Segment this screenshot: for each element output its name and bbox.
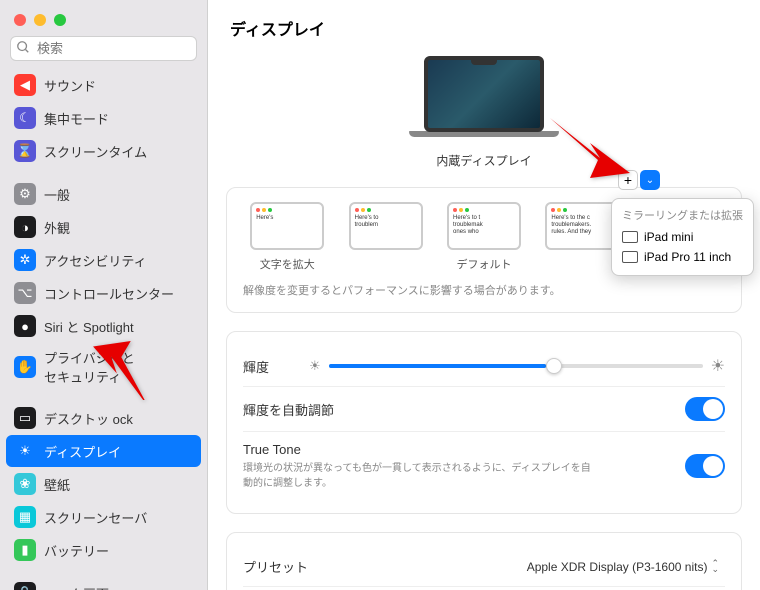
truetone-label: True Tone bbox=[243, 442, 593, 457]
sidebar-item[interactable]: ◀︎ サウンド bbox=[6, 69, 201, 101]
main-content: ディスプレイ 内蔵ディスプレイ + ⌄ ミラーリングまたは拡張 iPad min… bbox=[208, 0, 760, 590]
tablet-icon bbox=[622, 231, 638, 243]
display-preview: 内蔵ディスプレイ bbox=[208, 50, 760, 169]
resolution-label: デフォルト bbox=[440, 256, 528, 272]
resolution-option[interactable]: Here's to ttroublemakones whoデフォルト bbox=[440, 202, 528, 272]
brightness-panel: 輝度 ☀ ☀ 輝度を自動調節 True Tone 環境光の状況が異なっても色が一… bbox=[226, 331, 742, 514]
sun-small-icon: ☀ bbox=[309, 358, 321, 374]
nav-icon: ✋ bbox=[14, 356, 36, 378]
sidebar-item-label: 外観 bbox=[44, 218, 70, 237]
sidebar-item-label: スクリーンタイム bbox=[44, 142, 147, 161]
sidebar-item[interactable]: ⌛ スクリーンタイム bbox=[6, 135, 201, 167]
auto-brightness-label: 輝度を自動調節 bbox=[243, 400, 334, 419]
sidebar-item[interactable]: ● Siri と Spotlight bbox=[6, 310, 201, 342]
nav-icon: ▮ bbox=[14, 539, 36, 561]
nav-icon: ◑ bbox=[14, 216, 36, 238]
nav-icon: ⌛ bbox=[14, 140, 36, 162]
nav-icon: 🔒 bbox=[14, 582, 36, 590]
preset-panel: プリセット Apple XDR Display (P3-1600 nits) ⌃… bbox=[226, 532, 742, 590]
popover-item-ipad-pro[interactable]: iPad Pro 11 inch bbox=[622, 247, 743, 267]
resolution-option[interactable]: Here's文字を拡大 bbox=[243, 202, 331, 272]
sidebar-item-label: 集中モード bbox=[44, 109, 109, 128]
nav-icon: ⚙ bbox=[14, 183, 36, 205]
window-controls bbox=[0, 0, 207, 36]
sidebar-item-label: バッテリー bbox=[44, 541, 109, 560]
sidebar-item[interactable]: ✲ アクセシビリティ bbox=[6, 244, 201, 276]
nav-icon: ✲ bbox=[14, 249, 36, 271]
resolution-note: 解像度を変更するとパフォーマンスに影響する場合があります。 bbox=[243, 282, 725, 298]
resolution-label: 文字を拡大 bbox=[243, 256, 331, 272]
truetone-toggle[interactable] bbox=[685, 454, 725, 478]
sidebar: ◀︎ サウンド ☾ 集中モード ⌛ スクリーンタイム ⚙ 一般 ◑ 外観 ✲ アクセシビリティ ⌥ コント… bbox=[0, 0, 208, 590]
popover-heading: ミラーリングまたは拡張 bbox=[622, 207, 743, 223]
sidebar-item[interactable]: ☀ ディスプレイ bbox=[6, 435, 201, 467]
search-icon bbox=[16, 40, 30, 59]
sidebar-item-label: 一般 bbox=[44, 185, 70, 204]
sidebar-item[interactable]: ⌥ コントロールセンター bbox=[6, 277, 201, 309]
brightness-slider[interactable]: ☀ ☀ bbox=[309, 356, 725, 376]
sidebar-item-label: Siri と Spotlight bbox=[44, 317, 134, 336]
chevron-updown-icon: ⌃⌄ bbox=[711, 561, 719, 572]
sidebar-item[interactable]: ☾ 集中モード bbox=[6, 102, 201, 134]
search-input[interactable] bbox=[10, 36, 197, 61]
sidebar-item[interactable]: ▮ バッテリー bbox=[6, 534, 201, 566]
truetone-description: 環境光の状況が異なっても色が一貫して表示されるように、ディスプレイを自動的に調整… bbox=[243, 459, 593, 489]
sidebar-item[interactable]: ◑ 外観 bbox=[6, 211, 201, 243]
annotation-arrow bbox=[88, 340, 158, 405]
maximize-button[interactable] bbox=[54, 14, 66, 26]
sidebar-item[interactable]: ❀ 壁紙 bbox=[6, 468, 201, 500]
search-field[interactable] bbox=[10, 36, 197, 61]
sidebar-item-label: 壁紙 bbox=[44, 475, 70, 494]
nav-icon: ▦ bbox=[14, 506, 36, 528]
tablet-icon bbox=[622, 251, 638, 263]
sidebar-item[interactable]: ▦ スクリーンセーバ bbox=[6, 501, 201, 533]
nav-icon: ❀ bbox=[14, 473, 36, 495]
sidebar-item-label: ディスプレイ bbox=[44, 442, 121, 461]
nav-icon: ● bbox=[14, 315, 36, 337]
sidebar-item-label: デスクトッ ock bbox=[44, 409, 133, 428]
sidebar-item[interactable]: ▭ デスクトッ ock bbox=[6, 402, 201, 434]
nav-icon: ▭ bbox=[14, 407, 36, 429]
sidebar-item-label: アクセシビリティ bbox=[44, 251, 147, 270]
nav-icon: ◀︎ bbox=[14, 74, 36, 96]
sidebar-nav: ◀︎ サウンド ☾ 集中モード ⌛ スクリーンタイム ⚙ 一般 ◑ 外観 ✲ アクセシビリティ ⌥ コント… bbox=[0, 69, 207, 590]
sidebar-item-label: コントロールセンター bbox=[44, 284, 174, 303]
preset-label: プリセット bbox=[243, 557, 308, 576]
laptop-icon bbox=[409, 56, 559, 146]
preset-select[interactable]: Apple XDR Display (P3-1600 nits) ⌃⌄ bbox=[521, 558, 725, 576]
sidebar-item-label: サウンド bbox=[44, 76, 96, 95]
nav-icon: ☾ bbox=[14, 107, 36, 129]
minimize-button[interactable] bbox=[34, 14, 46, 26]
nav-icon: ☀ bbox=[14, 440, 36, 462]
annotation-arrow bbox=[550, 118, 630, 193]
sun-large-icon: ☀ bbox=[711, 356, 725, 376]
brightness-label: 輝度 bbox=[243, 357, 269, 376]
resolution-option[interactable]: Here's totroublem bbox=[341, 202, 429, 272]
display-menu-button[interactable]: ⌄ bbox=[640, 170, 660, 190]
display-name: 内蔵ディスプレイ bbox=[208, 152, 760, 169]
mirror-extend-popover: ミラーリングまたは拡張 iPad mini iPad Pro 11 inch bbox=[611, 198, 754, 276]
sidebar-item-label: スクリーンセーバ bbox=[44, 508, 147, 527]
nav-icon: ⌥ bbox=[14, 282, 36, 304]
sidebar-item[interactable]: ⚙ 一般 bbox=[6, 178, 201, 210]
auto-brightness-toggle[interactable] bbox=[685, 397, 725, 421]
close-button[interactable] bbox=[14, 14, 26, 26]
popover-item-ipad-mini[interactable]: iPad mini bbox=[622, 227, 743, 247]
page-title: ディスプレイ bbox=[208, 0, 760, 50]
sidebar-item[interactable]: 🔒 ロック画面 bbox=[6, 577, 201, 590]
sidebar-item-label: ロック画面 bbox=[44, 584, 109, 590]
